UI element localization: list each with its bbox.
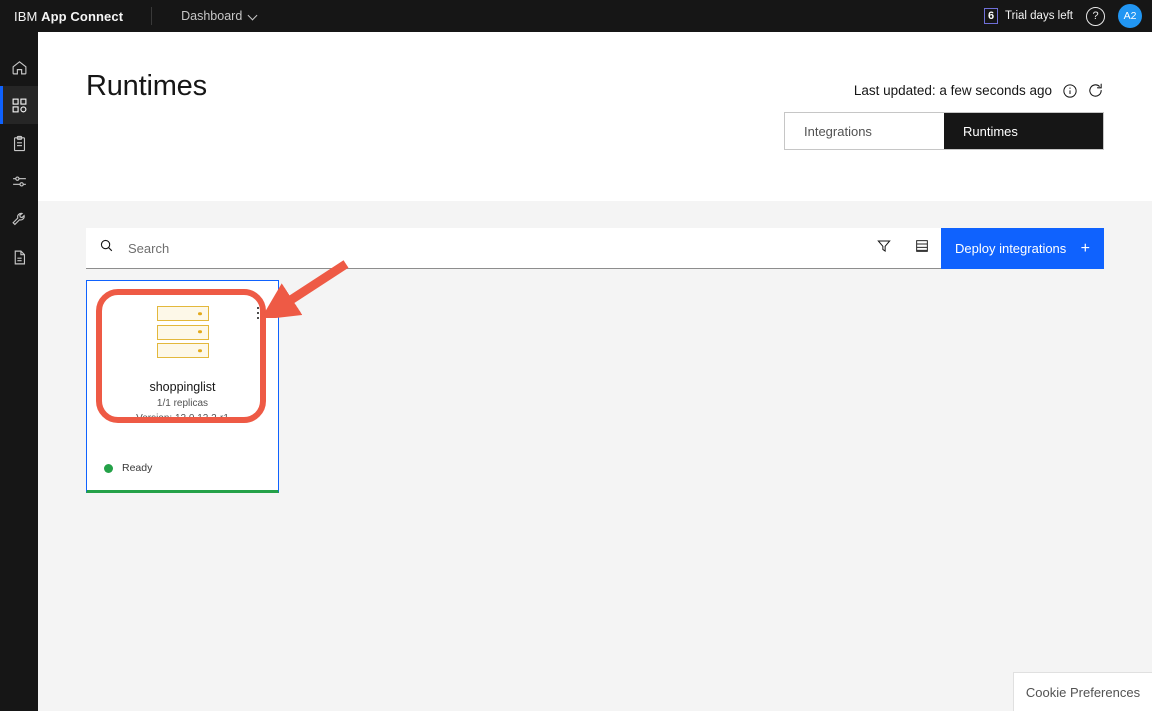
topbar-divider <box>151 7 153 25</box>
chevron-down-icon <box>249 12 258 21</box>
sliders-icon <box>11 173 28 190</box>
last-updated-text: Last updated: a few seconds ago <box>853 83 1052 98</box>
content-area: Deploy integrations + shoppinglist <box>38 201 1152 711</box>
kebab-dot <box>256 311 260 315</box>
dashboard-grid-icon <box>11 97 28 114</box>
page-title: Runtimes <box>86 70 207 102</box>
kebab-dot <box>256 306 260 310</box>
server-bar <box>156 343 209 358</box>
cookie-preferences-button[interactable]: Cookie Preferences <box>1013 672 1152 711</box>
server-bar <box>156 324 209 340</box>
runtime-card-meta: shoppinglist 1/1 replicas Version: 12.0.… <box>87 378 278 426</box>
avatar[interactable]: A2 <box>1118 4 1142 28</box>
app-root: IBM App Connect Dashboard 6 Trial days l… <box>0 0 1152 711</box>
deploy-integrations-label: Deploy integrations <box>955 241 1067 256</box>
trial-days-badge: 6 <box>984 8 999 24</box>
home-icon <box>11 59 28 76</box>
tab-integrations[interactable]: Integrations <box>785 113 944 149</box>
content-toolbar: Deploy integrations + <box>86 228 1104 269</box>
trial-status: 6 Trial days left <box>984 8 1073 24</box>
runtime-name: shoppinglist <box>149 380 216 394</box>
brand-prefix: IBM <box>14 8 38 24</box>
sidebar-item-dashboard[interactable] <box>0 86 38 124</box>
runtime-card-body: shoppinglist 1/1 replicas Version: 12.0.… <box>87 281 278 446</box>
brand-name: App Connect <box>41 8 124 24</box>
info-icon[interactable] <box>1061 82 1078 99</box>
last-updated-row: Last updated: a few seconds ago <box>854 82 1104 99</box>
filter-icon <box>876 238 892 259</box>
nav-dashboard-menu[interactable]: Dashboard <box>181 9 258 23</box>
search-input[interactable] <box>114 240 865 256</box>
sidebar-item-settings[interactable] <box>0 162 38 200</box>
runtime-status-row: Ready <box>87 446 278 490</box>
page-header-area: Runtimes Last updated: a few seconds ago… <box>38 32 1152 201</box>
status-indicator-dot <box>104 463 113 473</box>
server-bar <box>156 306 209 321</box>
tab-runtimes[interactable]: Runtimes <box>944 113 1103 149</box>
status-badge: Ready <box>122 462 153 474</box>
document-icon <box>11 249 28 266</box>
top-navigation-bar: IBM App Connect Dashboard 6 Trial days l… <box>0 0 1152 32</box>
sidebar-item-home[interactable] <box>0 48 38 86</box>
runtime-version: Version: 12.0.12.2-r1 <box>136 413 229 425</box>
trial-days-label: Trial days left <box>1005 10 1073 22</box>
search-icon <box>99 238 114 258</box>
list-view-button[interactable] <box>903 228 941 269</box>
kebab-dot <box>256 316 260 320</box>
refresh-icon[interactable] <box>1087 82 1104 99</box>
sidebar-item-docs[interactable] <box>0 238 38 276</box>
filter-button[interactable] <box>865 228 903 269</box>
runtime-replicas: 1/1 replicas <box>156 398 209 410</box>
overflow-menu-icon[interactable] <box>250 303 266 323</box>
list-view-icon <box>914 238 930 259</box>
view-tabs: Integrations Runtimes <box>784 112 1104 150</box>
sidebar-item-tools[interactable] <box>0 200 38 238</box>
topbar-right-group: 6 Trial days left ? A2 <box>984 4 1152 28</box>
search-container <box>86 228 865 269</box>
clipboard-icon <box>11 135 28 152</box>
runtime-card[interactable]: shoppinglist 1/1 replicas Version: 12.0.… <box>86 280 279 493</box>
deploy-integrations-button[interactable]: Deploy integrations + <box>941 228 1104 269</box>
nav-dashboard-label: Dashboard <box>181 9 243 23</box>
help-icon[interactable]: ? <box>1086 6 1105 26</box>
wrench-icon <box>11 211 28 228</box>
sidebar-item-catalog[interactable] <box>0 124 38 162</box>
plus-icon: + <box>1080 239 1090 257</box>
left-sidebar <box>0 32 38 711</box>
brand-logo[interactable]: IBM App Connect <box>0 9 123 24</box>
